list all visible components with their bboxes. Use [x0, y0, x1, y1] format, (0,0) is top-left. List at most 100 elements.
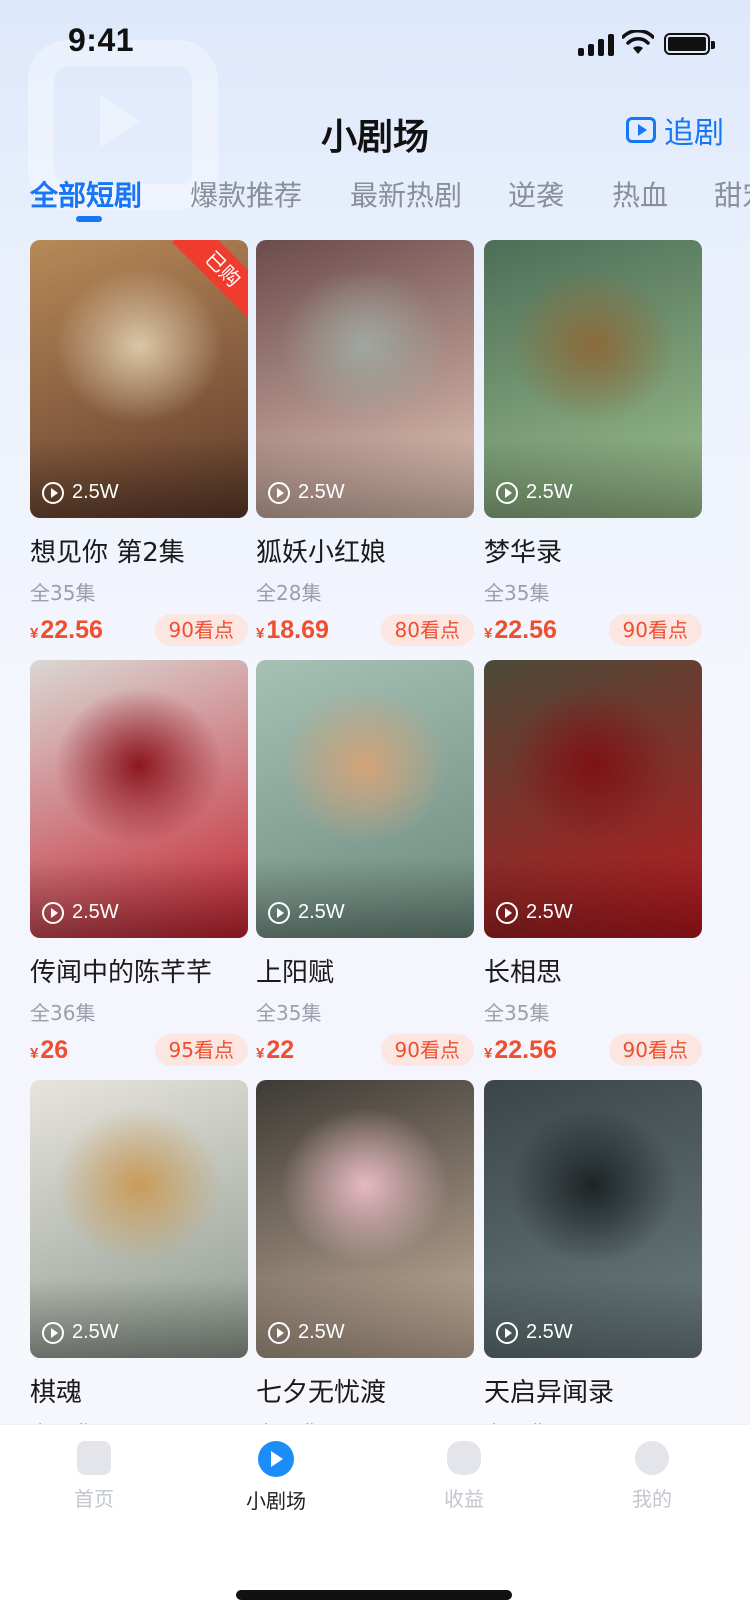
poster-shade — [30, 438, 248, 518]
drama-card[interactable]: 2.5W 长相思 全35集 ¥22.56 90看点 — [484, 660, 702, 1070]
drama-poster[interactable]: 2.5W — [484, 660, 702, 938]
drama-poster[interactable]: 2.5W — [30, 660, 248, 938]
battery-icon — [664, 33, 715, 55]
tab-comeback[interactable]: 逆袭 — [508, 174, 564, 214]
drama-poster[interactable]: 2.5W — [484, 1080, 702, 1358]
tab-sweet[interactable]: 甜宠 — [714, 174, 750, 214]
drama-poster[interactable]: 2.5W — [484, 240, 702, 518]
currency-symbol: ¥ — [30, 625, 39, 642]
tabbar-earnings-label: 收益 — [444, 1487, 484, 1511]
money-bag-icon — [447, 1441, 481, 1475]
drama-card[interactable]: 2.5W 已购想见你 第2集全35集 ¥22.56 90看点 — [30, 240, 248, 650]
drama-poster[interactable]: 2.5W — [30, 1080, 248, 1358]
episode-count: 全35集 — [30, 581, 96, 605]
cellular-signal-icon — [578, 34, 614, 56]
drama-card[interactable]: 2.5W七夕无忧渡全35集 — [256, 1080, 474, 1446]
poster-shade — [30, 1278, 248, 1358]
view-count-value: 2.5W — [298, 481, 345, 503]
poster-shade — [484, 438, 702, 518]
view-count: 2.5W — [496, 481, 573, 504]
view-count-value: 2.5W — [72, 481, 119, 503]
drama-card[interactable]: 2.5W 梦华录 全35集 ¥22.56 90看点 — [484, 240, 702, 650]
poster-shade — [256, 1278, 474, 1358]
drama-price: ¥22.56 — [30, 616, 103, 645]
drama-title: 狐妖小红娘 — [256, 538, 387, 568]
drama-card[interactable]: 2.5W 传闻中的陈芊芊全36集 ¥26 95看点 — [30, 660, 248, 1070]
drama-title: 棋魂 — [30, 1378, 83, 1408]
points-badge[interactable]: 90看点 — [608, 1034, 702, 1066]
tab-passion[interactable]: 热血 — [612, 174, 668, 214]
tabbar-earnings[interactable]: 收益 — [404, 1441, 524, 1512]
drama-card[interactable]: 2.5W天启异闻录全35集 — [484, 1080, 702, 1446]
header: 小剧场 追剧 — [0, 100, 750, 160]
home-icon — [77, 1441, 111, 1475]
tabbar-profile[interactable]: 我的 — [592, 1441, 712, 1512]
follow-drama-button[interactable]: 追剧 — [626, 110, 724, 151]
points-badge[interactable]: 80看点 — [380, 614, 474, 646]
episode-count: 全28集 — [256, 581, 322, 605]
price-value: 18.69 — [266, 616, 329, 644]
tab-all-dramas[interactable]: 全部短剧 — [30, 174, 142, 214]
active-tab-indicator — [76, 216, 102, 222]
drama-card[interactable]: 2.5W 狐妖小红娘全28集 ¥18.69 80看点 — [256, 240, 474, 650]
episode-count: 全35集 — [484, 581, 550, 605]
currency-symbol: ¥ — [484, 1045, 493, 1062]
view-count: 2.5W — [268, 481, 345, 504]
drama-price: ¥26 — [30, 1036, 68, 1065]
view-count-value: 2.5W — [526, 1321, 573, 1343]
drama-price: ¥22 — [256, 1036, 294, 1065]
view-count-value: 2.5W — [72, 1321, 119, 1343]
price-row: ¥22.56 90看点 — [30, 614, 248, 650]
view-count-value: 2.5W — [298, 901, 345, 923]
view-count-value: 2.5W — [72, 901, 119, 923]
play-circle-icon — [496, 1321, 518, 1344]
points-badge[interactable]: 95看点 — [154, 1034, 248, 1066]
view-count: 2.5W — [268, 1321, 345, 1344]
drama-poster[interactable]: 2.5W — [256, 240, 474, 518]
tv-play-icon — [626, 117, 656, 143]
drama-price: ¥18.69 — [256, 616, 329, 645]
theater-icon — [258, 1441, 294, 1477]
wifi-icon — [622, 30, 654, 54]
drama-poster[interactable]: 2.5W — [256, 1080, 474, 1358]
drama-poster[interactable]: 2.5W — [256, 660, 474, 938]
price-row: ¥22 90看点 — [256, 1034, 474, 1070]
poster-shade — [484, 1278, 702, 1358]
points-badge[interactable]: 90看点 — [608, 614, 702, 646]
tabbar-theater-label: 小剧场 — [246, 1489, 306, 1513]
poster-shade — [256, 438, 474, 518]
price-row: ¥18.69 80看点 — [256, 614, 474, 650]
drama-title: 梦华录 — [484, 538, 563, 568]
drama-card[interactable]: 2.5W棋魂全35集 — [30, 1080, 248, 1446]
price-row: ¥22.56 90看点 — [484, 1034, 702, 1070]
price-row: ¥26 95看点 — [30, 1034, 248, 1070]
price-value: 22 — [266, 1036, 295, 1064]
tabbar-home[interactable]: 首页 — [34, 1441, 154, 1512]
category-tabs: 全部短剧 爆款推荐 最新热剧 逆袭 热血 甜宠 — [0, 166, 750, 226]
drama-title: 长相思 — [484, 958, 563, 988]
drama-title: 七夕无忧渡 — [256, 1378, 387, 1408]
price-value: 22.56 — [40, 616, 103, 644]
price-row: ¥22.56 90看点 — [484, 614, 702, 650]
follow-drama-label: 追剧 — [664, 116, 724, 151]
drama-title: 上阳赋 — [256, 958, 335, 988]
tab-latest-hot[interactable]: 最新热剧 — [350, 174, 462, 214]
poster-shade — [484, 858, 702, 938]
drama-title: 传闻中的陈芊芊 — [30, 958, 213, 988]
episode-count: 全36集 — [30, 1001, 96, 1025]
points-badge[interactable]: 90看点 — [380, 1034, 474, 1066]
view-count-value: 2.5W — [526, 901, 573, 923]
drama-card[interactable]: 2.5W 上阳赋 全35集 ¥22 90看点 — [256, 660, 474, 1070]
drama-title: 想见你 第2集 — [30, 538, 185, 568]
view-count-value: 2.5W — [526, 481, 573, 503]
drama-poster[interactable]: 2.5W 已购 — [30, 240, 248, 518]
points-badge[interactable]: 90看点 — [154, 614, 248, 646]
drama-price: ¥22.56 — [484, 1036, 557, 1065]
view-count: 2.5W — [496, 901, 573, 924]
status-time: 9:41 — [68, 22, 135, 58]
price-value: 22.56 — [494, 1036, 557, 1064]
tabbar-theater[interactable]: 小剧场 — [216, 1441, 336, 1514]
play-circle-icon — [42, 1321, 64, 1344]
tab-hot-recommend[interactable]: 爆款推荐 — [190, 174, 302, 214]
price-value: 22.56 — [494, 616, 557, 644]
